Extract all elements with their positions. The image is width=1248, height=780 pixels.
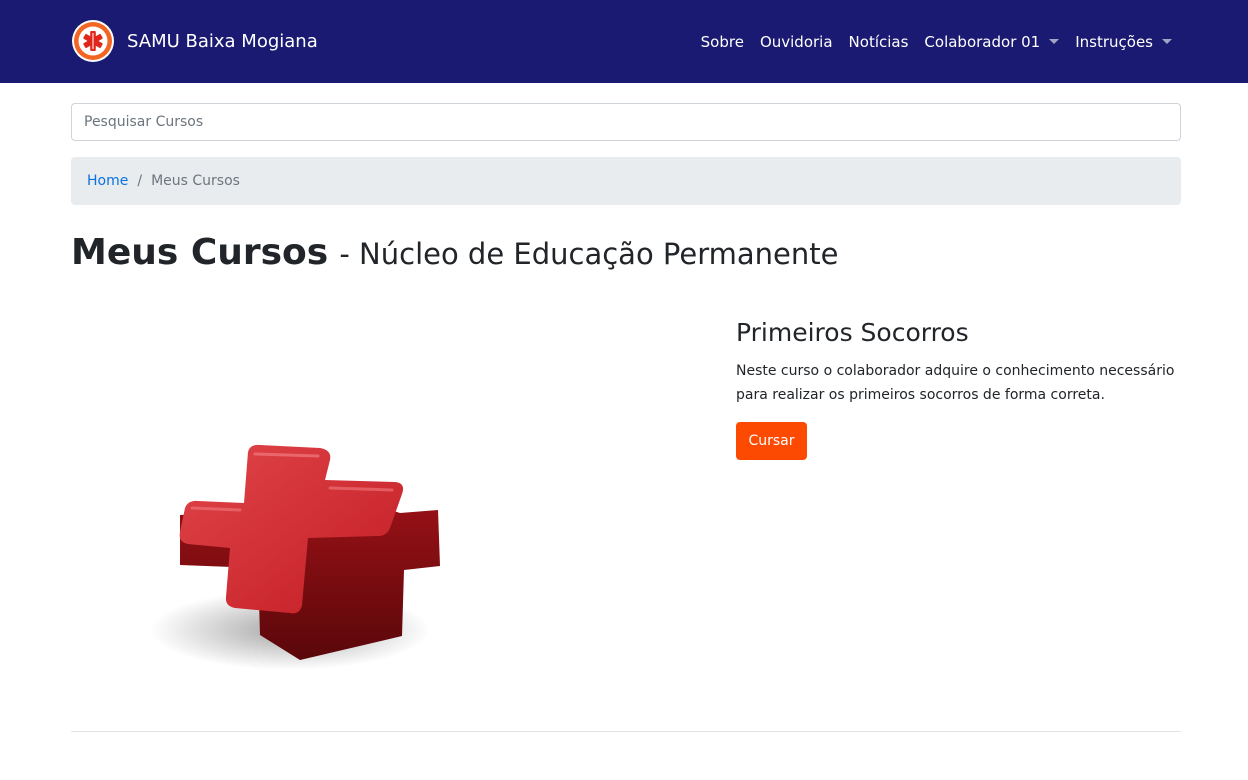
- nav-item-label: Notícias: [848, 32, 909, 51]
- cursar-button[interactable]: Cursar: [736, 422, 807, 460]
- brand-name: SAMU Baixa Mogiana: [127, 30, 318, 52]
- course-title: Primeiros Socorros: [736, 318, 969, 347]
- brand[interactable]: SAMU Baixa Mogiana: [71, 19, 318, 63]
- nav-item-label: Instruções: [1075, 32, 1153, 51]
- nav-dropdown-colaborador[interactable]: Colaborador 01: [924, 32, 1060, 51]
- nav-dropdown-instrucoes[interactable]: Instruções: [1075, 33, 1172, 51]
- page-title: Meus Cursos - Núcleo de Educação Permane…: [71, 232, 838, 273]
- nav-item-label: Ouvidoria: [759, 32, 833, 51]
- nav-item-noticias[interactable]: Notícias: [849, 33, 909, 51]
- samu-logo-icon: [72, 20, 114, 62]
- search-input[interactable]: [71, 103, 1181, 141]
- nav-menu: Sobre Ouvidoria Notícias Colaborador 01 …: [685, 0, 1172, 83]
- page-title-main: Meus Cursos: [71, 232, 329, 273]
- divider: [71, 731, 1181, 732]
- breadcrumb-home-link[interactable]: Home: [87, 173, 128, 189]
- nav-item-label: Colaborador 01: [924, 32, 1041, 51]
- nav-item-sobre[interactable]: Sobre: [701, 33, 744, 51]
- breadcrumb: Home / Meus Cursos: [71, 157, 1181, 205]
- red-cross-icon: [150, 444, 440, 670]
- nav-item-ouvidoria[interactable]: Ouvidoria: [760, 33, 833, 51]
- navbar: SAMU Baixa Mogiana Sobre Ouvidoria Notíc…: [0, 0, 1248, 83]
- nav-item-label: Sobre: [700, 32, 744, 51]
- caret-down-icon: [1162, 39, 1172, 44]
- caret-down-icon: [1049, 39, 1060, 44]
- page-subtitle: - Núcleo de Educação Permanente: [339, 237, 839, 271]
- breadcrumb-separator: /: [137, 173, 143, 189]
- breadcrumb-current: Meus Cursos: [151, 173, 240, 189]
- course-description: Neste curso o colaborador adquire o conh…: [736, 363, 1175, 403]
